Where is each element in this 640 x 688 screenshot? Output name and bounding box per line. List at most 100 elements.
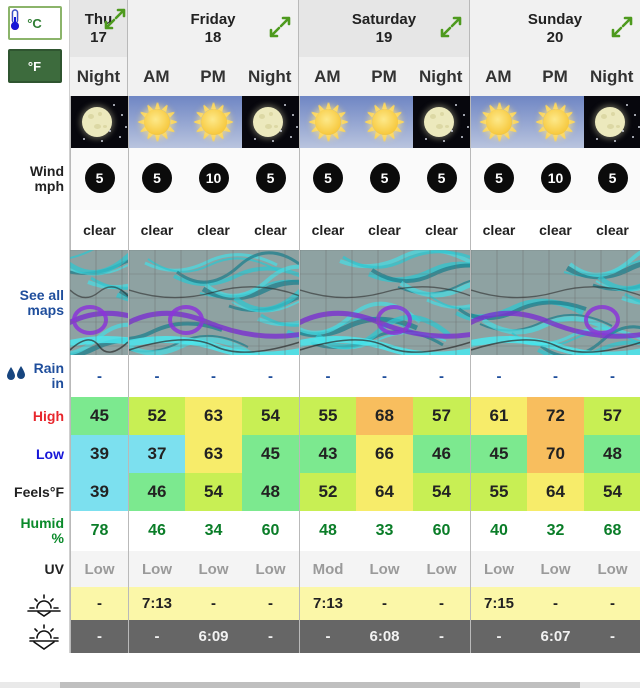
rain-drops-icon bbox=[4, 365, 30, 387]
slot-header-pm: PM bbox=[184, 57, 242, 96]
wind-speed-value: 5 bbox=[597, 163, 628, 193]
rain-value: - bbox=[356, 355, 413, 397]
sun-clear-icon bbox=[470, 96, 527, 148]
high-temp-value: 61 bbox=[470, 397, 527, 435]
see-all-maps-link[interactable]: See all maps bbox=[0, 250, 70, 355]
day-header-thu[interactable]: Thu 17 Night bbox=[70, 0, 128, 96]
condition-value: clear bbox=[413, 210, 470, 250]
wind-cell: 5 bbox=[356, 148, 413, 210]
expand-arrows-icon[interactable] bbox=[440, 16, 462, 38]
low-temp-value: 37 bbox=[128, 435, 185, 473]
wind-indicator: 5 bbox=[134, 156, 180, 202]
uv-row-label: UV bbox=[0, 551, 70, 587]
rain-row-label: Rain in bbox=[0, 355, 70, 397]
sunrise-time: 7:15 bbox=[470, 587, 527, 620]
forecast-map-thumbnail[interactable] bbox=[128, 250, 299, 355]
sunset-row-label bbox=[0, 620, 70, 653]
high-temp-value: 57 bbox=[584, 397, 640, 435]
slot-header-night: Night bbox=[70, 57, 127, 96]
sunset-time: 6:08 bbox=[356, 620, 413, 653]
condition-value: clear bbox=[584, 210, 640, 250]
wind-cell: 5 bbox=[470, 148, 527, 210]
day-date: 17 bbox=[90, 28, 107, 46]
rain-value: - bbox=[128, 355, 185, 397]
wind-indicator: 5 bbox=[248, 156, 294, 202]
day-name: Sunday bbox=[527, 11, 583, 29]
rain-label-text: Rain bbox=[33, 360, 64, 377]
low-temp-value: 46 bbox=[413, 435, 470, 473]
humidity-value: 34 bbox=[185, 511, 242, 551]
wind-unit-text: mph bbox=[34, 178, 64, 194]
sunset-row: - -6:09- -6:08- -6:07- bbox=[0, 620, 640, 653]
uv-value: Low bbox=[584, 551, 640, 587]
sunset-time: - bbox=[242, 620, 299, 653]
feels-like-value: 39 bbox=[70, 473, 128, 511]
sunset-time: - bbox=[470, 620, 527, 653]
day-date: 20 bbox=[546, 28, 564, 46]
condition-value: clear bbox=[470, 210, 527, 250]
wind-indicator: 5 bbox=[590, 156, 636, 202]
expand-arrows-icon[interactable] bbox=[104, 8, 126, 30]
day-header-saturday[interactable]: Saturday 19 AM PM Night bbox=[299, 0, 470, 96]
humidity-value: 60 bbox=[242, 511, 299, 551]
see-all-maps-text: See all maps bbox=[19, 286, 64, 318]
slot-header-night: Night bbox=[241, 57, 299, 96]
day-date: 19 bbox=[375, 28, 393, 46]
expand-arrows-icon[interactable] bbox=[611, 16, 633, 38]
uv-value: Low bbox=[128, 551, 185, 587]
low-row-label: Low bbox=[0, 9, 70, 473]
rain-value: - bbox=[584, 355, 640, 397]
forecast-map-thumbnail[interactable] bbox=[470, 250, 640, 355]
wind-speed-value: 10 bbox=[198, 163, 229, 193]
sunrise-time: - bbox=[413, 587, 470, 620]
wind-indicator: 10 bbox=[533, 156, 579, 202]
uv-index-row: UV Low Low Low Low Mod Low Low Low Low Low bbox=[0, 551, 640, 587]
wind-cell: 5 bbox=[299, 148, 356, 210]
feels-label-text: Feels°F bbox=[14, 483, 64, 500]
sun-clear-icon bbox=[128, 96, 185, 148]
condition-row-label bbox=[0, 210, 70, 250]
sunrise-time: - bbox=[70, 587, 128, 620]
low-temp-value: 70 bbox=[527, 435, 584, 473]
low-temp-value: 39 bbox=[70, 435, 128, 473]
fahrenheit-toggle[interactable]: °F bbox=[7, 49, 62, 83]
humidity-value: 60 bbox=[413, 511, 470, 551]
sun-clear-icon bbox=[356, 96, 413, 148]
wind-row-label: Wind mph bbox=[0, 148, 70, 210]
sunrise-row-label bbox=[0, 587, 70, 620]
humidity-row: Humid % 78 46 34 60 48 33 60 40 32 68 bbox=[0, 511, 640, 551]
humidity-value: 33 bbox=[356, 511, 413, 551]
low-temp-value: 63 bbox=[185, 435, 242, 473]
sunrise-time: - bbox=[242, 587, 299, 620]
forecast-map-thumbnail[interactable] bbox=[70, 250, 128, 355]
slot-header-am: AM bbox=[470, 57, 527, 96]
day-name: Saturday bbox=[351, 11, 417, 29]
day-name: Friday bbox=[190, 11, 236, 29]
wind-cell: 10 bbox=[185, 148, 242, 210]
rain-value: - bbox=[413, 355, 470, 397]
condition-text-row: clear clear clear clear clear clear clear clear… bbox=[0, 210, 640, 250]
wind-indicator: 5 bbox=[419, 156, 465, 202]
high-label-text: High bbox=[32, 407, 64, 424]
slot-header-am: AM bbox=[128, 57, 185, 96]
humidity-value: 40 bbox=[470, 511, 527, 551]
expand-arrows-icon[interactable] bbox=[269, 16, 291, 38]
day-header-sunday[interactable]: Sunday 20 AM PM Night bbox=[470, 0, 640, 96]
forecast-map-thumbnail[interactable] bbox=[299, 250, 470, 355]
moon-clear-icon bbox=[70, 96, 128, 148]
condition-value: clear bbox=[299, 210, 356, 250]
feels-like-value: 54 bbox=[413, 473, 470, 511]
day-header-friday[interactable]: Friday 18 AM PM Night bbox=[128, 0, 299, 96]
sunset-time: - bbox=[70, 620, 128, 653]
sun-clear-icon bbox=[527, 96, 584, 148]
rain-value: - bbox=[185, 355, 242, 397]
feels-like-value: 54 bbox=[185, 473, 242, 511]
rain-value: - bbox=[242, 355, 299, 397]
horizontal-scrollbar[interactable] bbox=[0, 682, 640, 688]
sunset-icon bbox=[24, 623, 64, 650]
wind-indicator: 5 bbox=[476, 156, 522, 202]
wind-cell: 5 bbox=[242, 148, 299, 210]
rain-value: - bbox=[527, 355, 584, 397]
feels-like-value: 48 bbox=[242, 473, 299, 511]
sunset-time: 6:07 bbox=[527, 620, 584, 653]
